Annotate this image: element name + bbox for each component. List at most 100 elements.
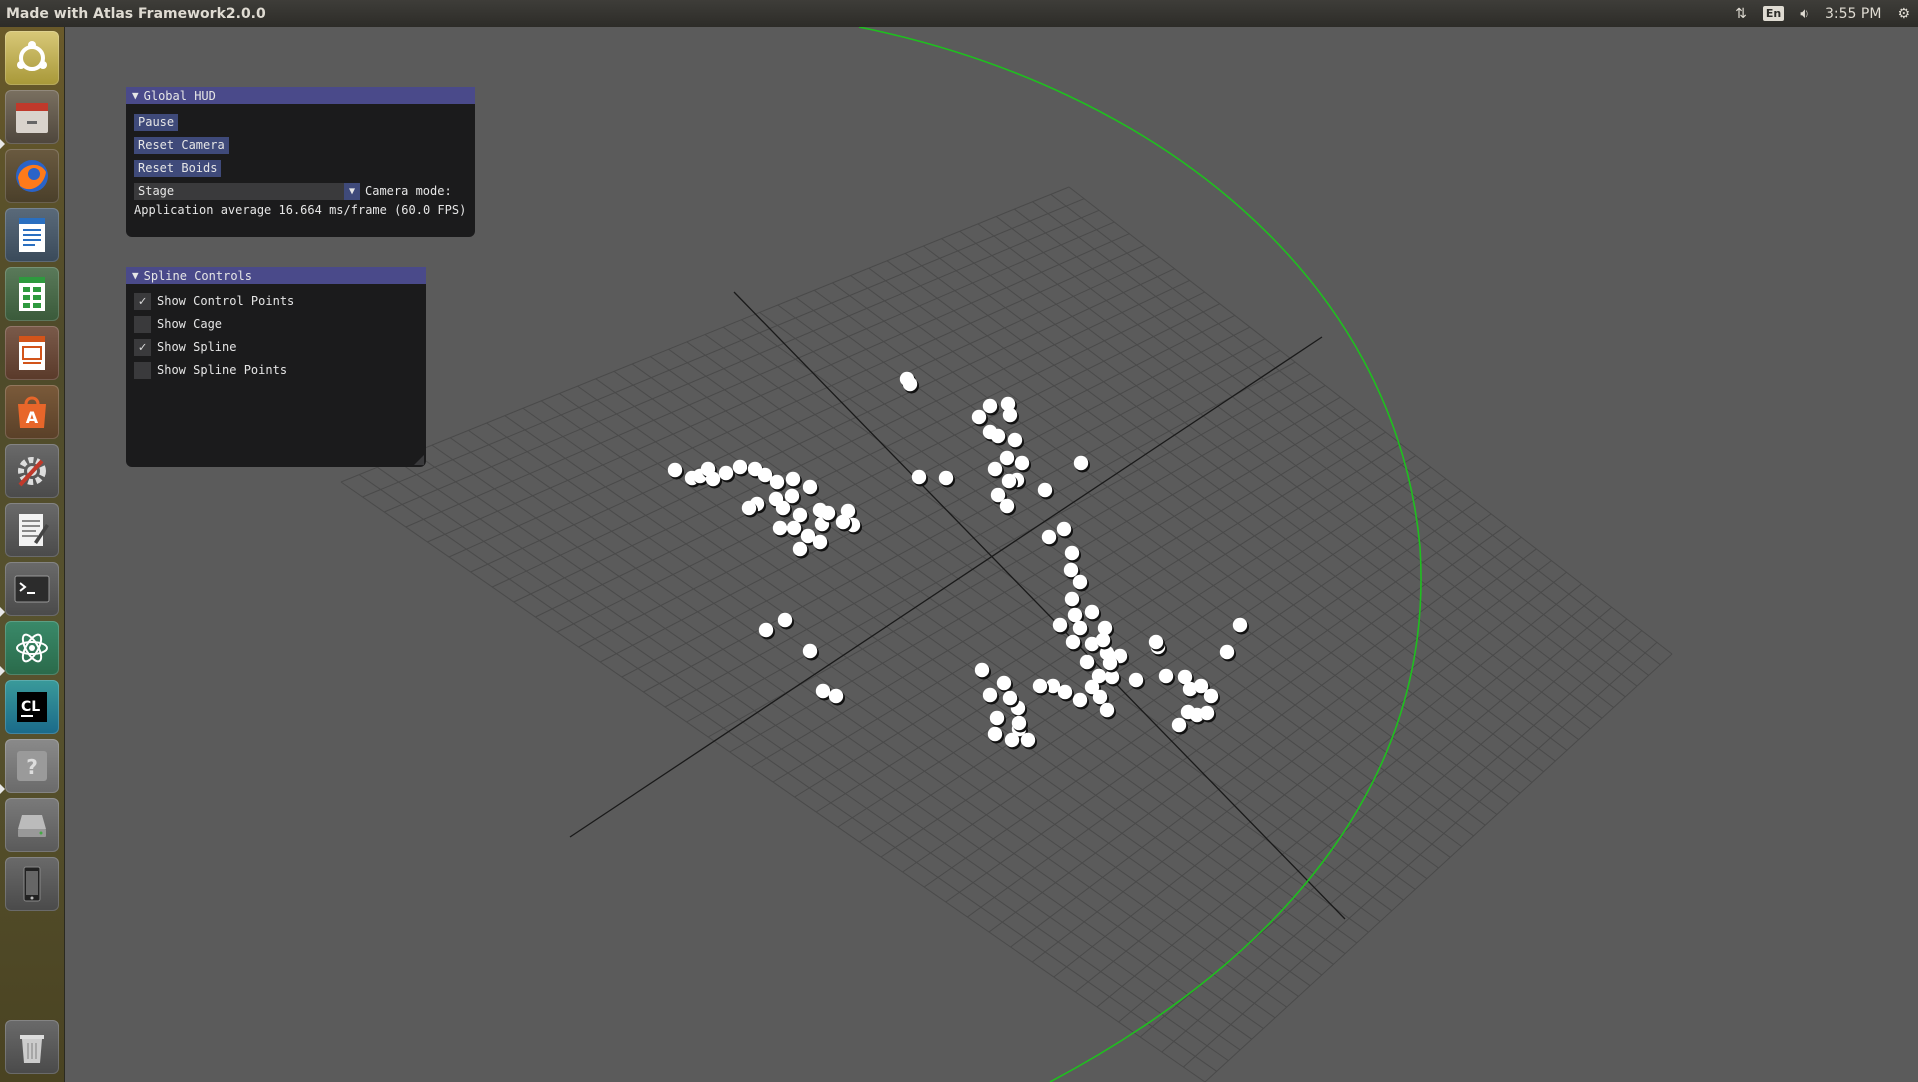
show-cage-option[interactable]: Show Cage xyxy=(134,315,222,333)
boid xyxy=(902,376,919,394)
gear-icon[interactable]: ⚙ xyxy=(1889,0,1918,27)
boid xyxy=(938,470,955,488)
show-spline-checkbox[interactable]: ✓ xyxy=(134,338,151,356)
grid-line xyxy=(449,437,1276,1019)
boid xyxy=(667,462,684,480)
active-indicator xyxy=(0,139,5,149)
checkmark-icon: ✓ xyxy=(138,339,147,355)
language-badge: En xyxy=(1762,6,1785,21)
clock[interactable]: 3:55 PM xyxy=(1817,0,1889,27)
phone-icon[interactable] xyxy=(5,857,59,911)
boid xyxy=(987,461,1004,479)
global-hud-window[interactable]: ▼ Global HUD Pause Reset Camera Reset Bo… xyxy=(126,87,475,237)
firefox-icon[interactable] xyxy=(5,149,59,203)
boid xyxy=(1014,455,1031,473)
fps-readout: Application average 16.664 ms/frame (60.… xyxy=(134,203,467,217)
boid xyxy=(777,612,794,630)
show-control-points-checkbox[interactable]: ✓ xyxy=(134,292,151,310)
global-hud-titlebar[interactable]: ▼ Global HUD xyxy=(126,87,475,104)
boid xyxy=(974,662,991,680)
calc-icon[interactable] xyxy=(5,267,59,321)
chevron-down-icon[interactable]: ▼ xyxy=(344,183,360,200)
boid xyxy=(1002,407,1019,425)
boid xyxy=(1073,455,1090,473)
system-settings-icon[interactable] xyxy=(5,444,59,498)
launcher: A CL ? xyxy=(0,27,65,1082)
boid xyxy=(1037,482,1054,500)
resize-grip[interactable] xyxy=(414,455,424,465)
boid xyxy=(1072,574,1089,592)
ubuntu-dash-icon[interactable] xyxy=(5,31,59,85)
collapse-arrow-icon[interactable]: ▼ xyxy=(132,89,139,102)
boid xyxy=(1056,521,1073,539)
show-spline-option[interactable]: ✓ Show Spline xyxy=(134,338,236,356)
show-spline-points-checkbox[interactable] xyxy=(134,361,151,379)
window-title: Made with Atlas Framework2.0.0 xyxy=(6,5,266,22)
active-indicator xyxy=(0,784,5,794)
collapse-arrow-icon[interactable]: ▼ xyxy=(132,269,139,282)
boid xyxy=(989,710,1006,728)
render-viewport[interactable]: ▼ Global HUD Pause Reset Camera Reset Bo… xyxy=(65,27,1918,1082)
boid xyxy=(1203,688,1220,706)
active-indicator xyxy=(0,666,5,676)
boid xyxy=(812,534,829,552)
camera-mode-select[interactable]: Stage xyxy=(134,183,344,200)
show-spline-points-option[interactable]: Show Spline Points xyxy=(134,361,287,379)
spline-controls-title: Spline Controls xyxy=(143,268,252,283)
system-tray: ⇅ En 🔉︎ 3:55 PM ⚙ xyxy=(1727,0,1918,27)
volume-icon[interactable]: 🔉︎ xyxy=(1792,0,1817,27)
reset-camera-button[interactable]: Reset Camera xyxy=(134,137,229,154)
atom-icon[interactable] xyxy=(5,621,59,675)
keyboard-language-indicator[interactable]: En xyxy=(1755,0,1792,27)
show-control-points-option[interactable]: ✓ Show Control Points xyxy=(134,292,294,310)
show-cage-label: Show Cage xyxy=(157,317,223,331)
pause-button[interactable]: Pause xyxy=(134,114,179,131)
svg-text:?: ? xyxy=(26,755,38,779)
boid xyxy=(987,726,1004,744)
axis-line xyxy=(733,291,1346,920)
writer-icon[interactable] xyxy=(5,208,59,262)
show-spline-label: Show Spline xyxy=(157,340,237,354)
boid xyxy=(1099,702,1116,720)
boid xyxy=(785,471,802,489)
boid xyxy=(772,520,789,538)
boid xyxy=(1065,634,1082,652)
boid xyxy=(1232,617,1249,635)
show-control-points-label: Show Control Points xyxy=(157,294,295,308)
global-hud-title: Global HUD xyxy=(143,88,216,103)
boid xyxy=(1072,620,1089,638)
files-icon[interactable] xyxy=(5,90,59,144)
terminal-icon[interactable] xyxy=(5,562,59,616)
spline-controls-titlebar[interactable]: ▼ Spline Controls xyxy=(126,267,426,284)
boid xyxy=(1064,591,1081,609)
camera-mode-combo[interactable]: Stage ▼ Camera mode: xyxy=(134,183,464,200)
impress-icon[interactable] xyxy=(5,326,59,380)
network-icon[interactable]: ⇅ xyxy=(1727,0,1755,27)
text-editor-icon[interactable] xyxy=(5,503,59,557)
boid xyxy=(911,469,928,487)
boid xyxy=(1007,432,1024,450)
help-icon[interactable]: ? xyxy=(5,739,59,793)
software-center-icon[interactable]: A xyxy=(5,385,59,439)
boid xyxy=(999,498,1016,516)
boid xyxy=(1064,545,1081,563)
boids-group xyxy=(667,371,1249,750)
drive-icon[interactable] xyxy=(5,798,59,852)
boid xyxy=(982,687,999,705)
boid xyxy=(996,675,1013,693)
grid-line xyxy=(1161,630,1643,1053)
spline-controls-window[interactable]: ▼ Spline Controls ✓ Show Control Points … xyxy=(126,267,426,467)
trash-icon[interactable] xyxy=(5,1020,59,1074)
boid xyxy=(1128,672,1145,690)
grid-line xyxy=(1096,595,1597,1008)
show-spline-points-label: Show Spline Points xyxy=(157,363,288,377)
show-cage-checkbox[interactable] xyxy=(134,315,151,333)
boid xyxy=(802,643,819,661)
reset-boids-button[interactable]: Reset Boids xyxy=(134,160,222,177)
boid xyxy=(769,474,786,492)
grid-line xyxy=(431,444,1264,1029)
boid xyxy=(1052,617,1069,635)
boid xyxy=(1020,732,1037,750)
clion-icon[interactable]: CL xyxy=(5,680,59,734)
svg-text:A: A xyxy=(26,408,39,427)
